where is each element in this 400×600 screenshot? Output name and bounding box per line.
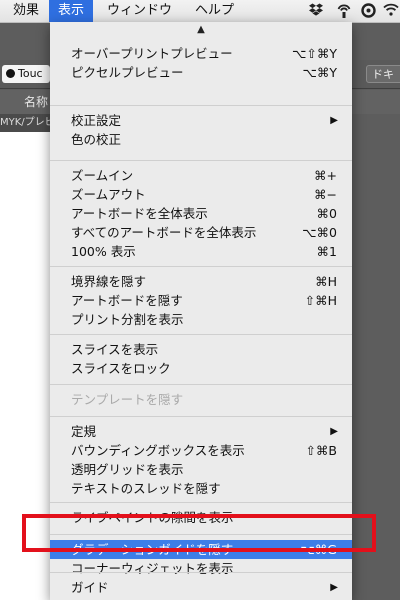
menu-separator xyxy=(50,160,352,161)
callout-highlight-box xyxy=(22,514,376,552)
menu-item-shortcut: ⇧⌘H xyxy=(304,293,337,308)
menu-item-shortcut: ⌘1 xyxy=(316,244,337,259)
menu-item-label: 定規 xyxy=(71,424,97,439)
menu-item-label: 境界線を隠す xyxy=(71,274,147,289)
menu-item-label: スライスをロック xyxy=(71,361,171,376)
menu-item-label: テンプレートを隠す xyxy=(71,392,184,407)
menu-item-shortcut: ⌘H xyxy=(315,274,337,289)
menu-item[interactable]: アートボードを全体表示 ⌘0 xyxy=(50,204,352,223)
wifi-antenna-icon[interactable] xyxy=(336,3,352,19)
menu-item-label: ズームアウト xyxy=(71,187,146,202)
menu-item-label: ガイド xyxy=(71,580,109,595)
menu-separator xyxy=(50,416,352,417)
menu-item-label: コーナーウィジェットを表示 xyxy=(71,561,234,576)
menu-item[interactable]: 校正設定 ▶ xyxy=(50,111,352,130)
menu-item: テンプレートを隠す xyxy=(50,390,352,409)
document-setup-button[interactable]: ドキ xyxy=(366,65,400,83)
wifi-icon[interactable] xyxy=(383,3,399,19)
menu-item-label: オーバープリントプレビュー xyxy=(71,46,233,61)
menu-item-label: ズームイン xyxy=(71,168,134,183)
menu-view[interactable]: 表示 xyxy=(49,0,94,22)
menu-item-shortcut: ⌘− xyxy=(314,187,337,202)
menu-item-shortcut: ⌥⇧⌘Y xyxy=(291,46,337,61)
menu-item-label: アートボードを隠す xyxy=(71,293,183,308)
menu-item[interactable]: バウンディングボックスを表示 ⇧⌘B xyxy=(50,441,352,460)
menu-item[interactable]: テキストのスレッドを隠す xyxy=(50,479,352,498)
panel-column-header: 名称 xyxy=(0,90,50,114)
menu-separator xyxy=(50,105,352,106)
menu-help[interactable]: ヘルプ xyxy=(186,0,243,22)
menu-separator xyxy=(50,384,352,385)
menu-item[interactable]: ズームイン ⌘+ xyxy=(50,166,352,185)
panel-header-right xyxy=(352,90,400,114)
menu-item[interactable]: プリント分割を表示 xyxy=(50,310,352,329)
menu-item[interactable]: ピクセルプレビュー ⌥⌘Y xyxy=(50,63,352,82)
menu-separator xyxy=(50,572,352,573)
menu-item[interactable]: 色の校正 xyxy=(50,130,352,149)
creative-cloud-icon[interactable] xyxy=(360,3,376,19)
menu-item[interactable]: 定規 ▶ xyxy=(50,422,352,441)
menu-item-shortcut: ⇧⌘B xyxy=(305,443,337,458)
menu-item-shortcut: ⌘0 xyxy=(316,206,337,221)
menu-item[interactable]: オーバープリントプレビュー ⌥⇧⌘Y xyxy=(50,44,352,63)
submenu-arrow-icon: ▶ xyxy=(330,115,338,126)
scroll-up-arrow-icon[interactable]: ▲ xyxy=(50,24,352,35)
menu-bar: 効果 表示 ウィンドウ ヘルプ xyxy=(0,0,400,23)
menu-item-shortcut: ⌥⌘0 xyxy=(302,225,337,240)
menu-item[interactable]: ガイド ▶ xyxy=(50,578,352,597)
menu-effects[interactable]: 効果 xyxy=(4,0,48,22)
menu-item[interactable]: すべてのアートボードを全体表示 ⌥⌘0 xyxy=(50,223,352,242)
menu-item-label: プリント分割を表示 xyxy=(71,312,184,327)
menu-separator xyxy=(50,334,352,335)
menu-item[interactable]: スライスをロック xyxy=(50,359,352,378)
menu-item-label: 色の校正 xyxy=(71,132,122,147)
radio-dot-icon xyxy=(6,69,15,78)
menu-item[interactable]: アートボードを隠す ⇧⌘H xyxy=(50,291,352,310)
menu-item[interactable]: コーナーウィジェットを表示 xyxy=(50,559,352,578)
submenu-arrow-icon: ▶ xyxy=(330,426,338,437)
document-tab[interactable]: MYK/プレビ xyxy=(0,114,50,132)
menu-item-label: 100% 表示 xyxy=(71,244,136,259)
menu-item-shortcut: ⌘+ xyxy=(314,168,337,183)
menu-item-label: 校正設定 xyxy=(71,113,122,128)
menu-item[interactable]: ズームアウト ⌘− xyxy=(50,185,352,204)
menu-window[interactable]: ウィンドウ xyxy=(98,0,181,22)
menu-item-label: スライスを表示 xyxy=(71,342,159,357)
menu-item[interactable]: 100% 表示 ⌘1 xyxy=(50,242,352,261)
menu-item-label: バウンディングボックスを表示 xyxy=(71,443,245,458)
menu-item-label: テキストのスレッドを隠す xyxy=(71,481,221,496)
menu-item-shortcut: ⌥⌘Y xyxy=(302,65,337,80)
menu-separator xyxy=(50,502,352,503)
menu-separator xyxy=(50,266,352,267)
menu-item-label: ピクセルプレビュー xyxy=(71,65,184,80)
menu-item-label: すべてのアートボードを全体表示 xyxy=(71,225,257,240)
submenu-arrow-icon: ▶ xyxy=(330,582,338,593)
dropbox-icon[interactable] xyxy=(308,3,324,19)
menu-item[interactable]: 透明グリッドを表示 xyxy=(50,460,352,479)
menu-item[interactable]: スライスを表示 xyxy=(50,340,352,359)
touch-type-label: Touc xyxy=(18,67,43,80)
menu-item-label: 透明グリッドを表示 xyxy=(71,462,184,477)
touch-type-control[interactable]: Touc xyxy=(2,65,50,83)
menu-item-label: アートボードを全体表示 xyxy=(71,206,208,221)
menu-item[interactable]: 境界線を隠す ⌘H xyxy=(50,272,352,291)
